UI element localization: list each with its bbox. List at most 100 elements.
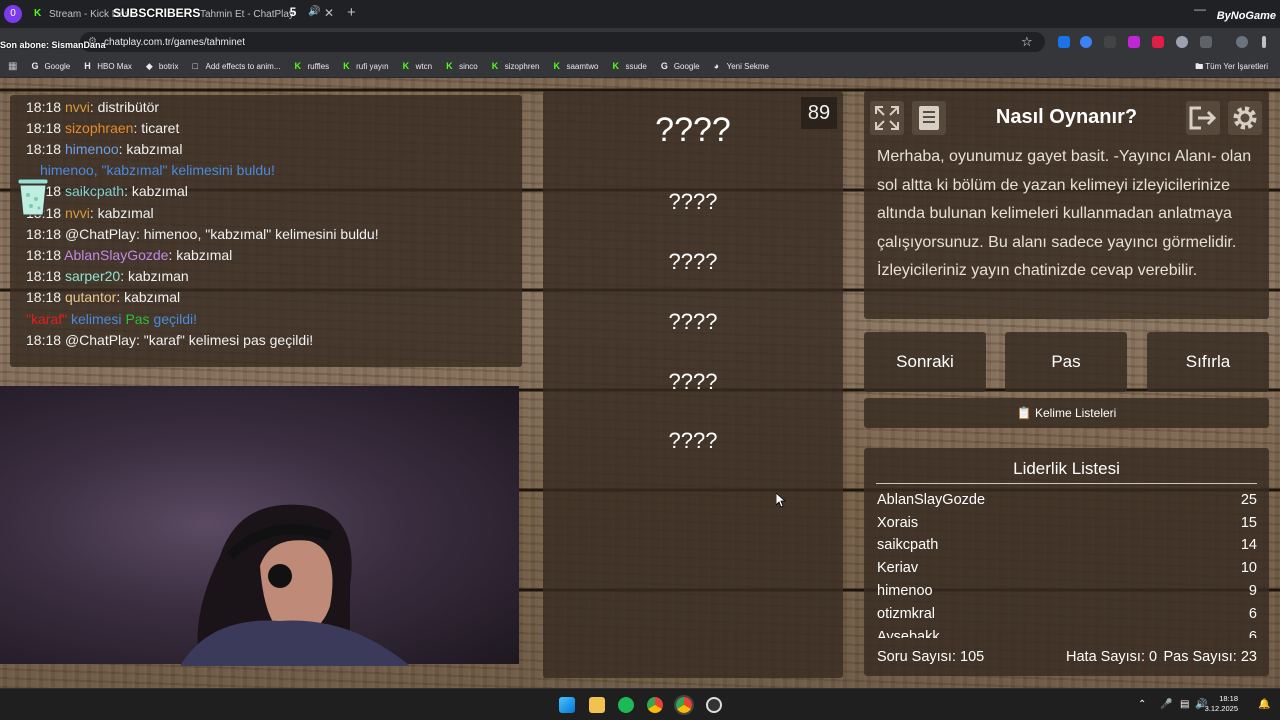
notifications-icon[interactable]: 🔔	[1258, 699, 1270, 710]
bookmark-botrix[interactable]: ◆ botrix	[146, 62, 179, 72]
kick-icon: K	[491, 61, 499, 71]
bookmark-google-2[interactable]: G Google	[660, 61, 700, 72]
leaderboard-row: himenoo 9	[877, 583, 1257, 599]
all-bookmarks-folder[interactable]: 🖿 Tüm Yer İşaretleri	[1195, 61, 1268, 75]
how-to-play-panel: Nasıl Oynanır? Merhaba, oyunumuz gayet b…	[864, 91, 1269, 319]
menu-kebab-icon[interactable]	[1262, 36, 1266, 48]
profile-badge[interactable]: 0	[4, 5, 22, 23]
new-tab-icon[interactable]: +	[347, 4, 356, 21]
kick-icon: K	[612, 61, 619, 71]
globe-icon: ◕	[713, 61, 720, 71]
game-page: 18:18 nvvi: distribütör 18:18 sizophraen…	[0, 78, 1280, 688]
chat-message: 18:18 nvvi: distribütör	[26, 99, 160, 115]
extension-icon[interactable]	[1152, 36, 1164, 48]
streamer-image	[180, 504, 410, 666]
chat-message: 18:18 himenoo: kabzımal	[26, 141, 183, 157]
bookmark-ruffles[interactable]: Kruffles	[294, 61, 330, 72]
extension-icon[interactable]	[1176, 36, 1188, 48]
bookmark-yeni-sekme[interactable]: ◕ Yeni Sekme	[713, 61, 769, 72]
microphone-icon[interactable]: 🎤	[1160, 699, 1172, 710]
exit-icon[interactable]	[1186, 101, 1220, 135]
settings-gear-icon[interactable]	[1228, 101, 1262, 135]
word-lists-button[interactable]: 📋 Kelime Listeleri	[864, 398, 1269, 428]
windows-taskbar: ⌃ 🎤 ▤ 🔊 18:18 3.12.2025 🔔	[0, 688, 1280, 720]
leaderboard-title: Liderlik Listesi	[1013, 459, 1120, 478]
chat-message: 18:18 AblanSlayGozde: kabzımal	[26, 247, 233, 263]
bookmarks-bar: ▦ G Google H HBO Max ◆ botrix □ Add effects …	[0, 56, 1280, 78]
chat-message: 18:18 saikcpath: kabzımal	[26, 183, 188, 199]
extensions-puzzle-icon[interactable]	[1200, 36, 1212, 48]
bookmark-wtcn[interactable]: Kwtcn	[402, 61, 432, 72]
leaderboard-row: otizmkral 6	[877, 606, 1257, 622]
leaderboard-panel: Liderlik Listesi AblanSlayGozde 25 Xorais…	[864, 448, 1269, 676]
forbidden-word: ????	[668, 249, 718, 274]
chrome-icon[interactable]	[647, 697, 663, 713]
clipboard-icon: 📋	[1016, 406, 1035, 420]
url-text[interactable]: chatplay.com.tr/games/tahminet	[104, 37, 245, 48]
how-to-play-text: Merhaba, oyunumuz gayet basit. -Yayıncı …	[877, 148, 1252, 279]
reset-button[interactable]: Sıfırla	[1147, 332, 1269, 392]
main-word: ????	[655, 111, 731, 149]
spotify-icon[interactable]	[618, 697, 634, 713]
extension-icon[interactable]	[1104, 36, 1116, 48]
pass-count: Pas Sayısı: 23	[1163, 649, 1258, 665]
network-icon[interactable]: ▤	[1180, 699, 1189, 710]
forbidden-word: ????	[668, 189, 718, 214]
question-count: Soru Sayısı: 105	[877, 649, 985, 665]
error-count: Hata Sayısı: 0	[1066, 649, 1158, 665]
divider	[876, 483, 1257, 484]
bookmark-sizophren[interactable]: Ksizophren	[491, 61, 540, 72]
stream-overlay-last-sub: Son abone: SismanDana	[0, 40, 106, 50]
next-button[interactable]: Sonraki	[864, 332, 986, 392]
chat-message: 18:18 qutantor: kabzımal	[26, 289, 181, 305]
clock-date: 3.12.2025	[1204, 704, 1238, 713]
apps-grid-icon[interactable]: ▦	[8, 61, 17, 72]
folder-icon: 🖿	[1195, 62, 1206, 71]
webcam-feed	[0, 386, 519, 666]
extension-icon[interactable]	[1128, 36, 1140, 48]
speaker-icon[interactable]: 🔊	[308, 6, 320, 17]
google-icon: G	[31, 61, 39, 71]
pass-button[interactable]: Pas	[1005, 332, 1127, 392]
bookmark-rufi-yayin[interactable]: Krufi yayın	[343, 62, 388, 72]
kick-icon: K	[294, 61, 302, 71]
forbidden-word: ????	[668, 369, 718, 394]
app-icon[interactable]	[706, 697, 722, 713]
minimize-window-icon[interactable]: —	[1194, 2, 1206, 16]
page-icon: □	[192, 61, 198, 71]
bookmark-sinco[interactable]: Ksinco	[446, 61, 478, 72]
bookmark-star-icon[interactable]: ☆	[1021, 34, 1033, 50]
chat-message: 18:18 sarper20: kabzıman	[26, 268, 189, 284]
system-clock[interactable]: 18:18 3.12.2025	[1205, 694, 1238, 714]
bookmark-add-effects[interactable]: □ Add effects to anim...	[192, 61, 280, 72]
leaderboard-row: saikcpath 14	[877, 537, 1257, 553]
translate-extension-icon[interactable]	[1058, 36, 1070, 48]
leaderboard-row: AblanSlayGozde 25	[877, 492, 1257, 508]
clock-time: 18:18	[1219, 694, 1238, 703]
close-tab-icon[interactable]: ✕	[324, 6, 334, 20]
file-explorer-icon[interactable]	[589, 697, 605, 713]
kick-icon: K	[34, 8, 42, 19]
chrome-active-icon[interactable]	[674, 695, 694, 715]
trash-bin-overlay-icon	[17, 178, 49, 216]
kick-icon: K	[446, 61, 453, 71]
chat-pass-notice: "karaf" kelimesi Pas geçildi!	[26, 311, 198, 327]
chat-message: 18:18 @ChatPlay: himenoo, "kabzımal" kel…	[26, 226, 379, 242]
windows-start-icon[interactable]	[559, 697, 575, 713]
chat-found-notice: himenoo, "kabzımal" kelimesini buldu!	[40, 162, 275, 178]
browser-tab-strip: 0 K Stream - Kick Dash Tahmin Et - ChatP…	[0, 0, 1280, 28]
bookmark-hbo-max[interactable]: H HBO Max	[84, 62, 132, 72]
forbidden-word: ????	[668, 309, 718, 334]
extension-icon[interactable]	[1080, 36, 1092, 48]
kick-icon: K	[402, 61, 410, 71]
bookmark-ssude[interactable]: Kssude	[612, 61, 646, 72]
word-card-panel: 89 ???? ???? ???? ???? ???? ????	[543, 91, 843, 678]
profile-avatar[interactable]	[1236, 36, 1248, 48]
kick-icon: K	[553, 61, 560, 71]
leaderboard-row: Keriav 10	[877, 560, 1257, 576]
leaderboard-list[interactable]: AblanSlayGozde 25 Xorais 15 saikcpath 14 Ke…	[864, 490, 1269, 638]
bookmark-google[interactable]: G Google	[31, 61, 70, 72]
google-icon: G	[660, 61, 668, 71]
tray-chevron-icon[interactable]: ⌃	[1138, 699, 1146, 710]
bookmark-saamtwo[interactable]: Ksaamtwo	[553, 61, 598, 72]
